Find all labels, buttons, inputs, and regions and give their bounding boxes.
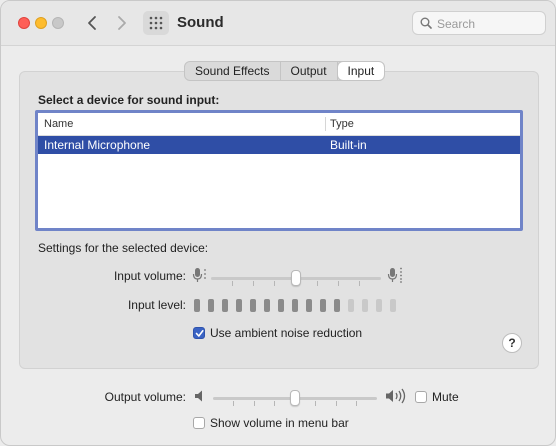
level-bar bbox=[348, 299, 354, 312]
mic-low-icon bbox=[192, 268, 206, 282]
tab-output[interactable]: Output bbox=[281, 62, 338, 80]
level-bar bbox=[390, 299, 396, 312]
chevron-left-icon bbox=[88, 16, 96, 30]
mute-checkbox[interactable] bbox=[415, 391, 427, 403]
slider-tick bbox=[356, 401, 357, 406]
level-bar bbox=[264, 299, 270, 312]
level-bar bbox=[292, 299, 298, 312]
speaker-low-icon bbox=[195, 390, 202, 402]
search-input[interactable] bbox=[435, 15, 543, 33]
level-bar bbox=[334, 299, 340, 312]
slider-tick bbox=[274, 401, 275, 406]
grid-icon bbox=[149, 16, 163, 30]
table-row[interactable]: Internal Microphone Built-in bbox=[38, 136, 520, 154]
level-bar bbox=[250, 299, 256, 312]
mic-high-icon bbox=[387, 267, 402, 283]
output-volume-knob[interactable] bbox=[290, 390, 300, 406]
sound-preferences-window: Sound Sound Effects Output Input Select … bbox=[0, 0, 556, 446]
slider-tick bbox=[359, 281, 360, 286]
title-bar: Sound bbox=[1, 1, 555, 46]
forward-button[interactable] bbox=[111, 12, 133, 34]
minimize-window-button[interactable] bbox=[35, 17, 47, 29]
slider-tick bbox=[336, 401, 337, 406]
output-volume-label: Output volume: bbox=[104, 390, 186, 404]
level-bar bbox=[222, 299, 228, 312]
ambient-noise-label[interactable]: Use ambient noise reduction bbox=[210, 326, 362, 340]
search-icon bbox=[420, 17, 432, 29]
zoom-window-button[interactable] bbox=[52, 17, 64, 29]
show-all-button[interactable] bbox=[143, 11, 169, 35]
window-title: Sound bbox=[177, 14, 224, 31]
search-field[interactable] bbox=[412, 11, 546, 35]
tab-bar: Sound Effects Output Input bbox=[184, 61, 386, 81]
slider-tick bbox=[254, 401, 255, 406]
level-bar bbox=[194, 299, 200, 312]
help-button[interactable]: ? bbox=[502, 333, 522, 353]
input-volume-slider[interactable] bbox=[211, 269, 381, 287]
slider-tick bbox=[233, 401, 234, 406]
level-bar bbox=[236, 299, 242, 312]
input-volume-label: Input volume: bbox=[113, 269, 186, 283]
level-bar bbox=[208, 299, 214, 312]
slider-tick bbox=[274, 281, 275, 286]
chevron-right-icon bbox=[118, 16, 126, 30]
slider-tick bbox=[232, 281, 233, 286]
slider-tick bbox=[315, 401, 316, 406]
output-volume-slider[interactable] bbox=[213, 389, 377, 407]
back-button[interactable] bbox=[81, 12, 103, 34]
checkmark-icon bbox=[195, 330, 204, 337]
tab-input[interactable]: Input bbox=[337, 62, 385, 80]
level-bar bbox=[362, 299, 368, 312]
column-header-type[interactable]: Type bbox=[330, 113, 354, 135]
select-device-label: Select a device for sound input: bbox=[38, 93, 220, 107]
tab-sound-effects[interactable]: Sound Effects bbox=[185, 62, 281, 80]
column-header-name[interactable]: Name bbox=[44, 113, 73, 135]
slider-tick bbox=[253, 281, 254, 286]
settings-label: Settings for the selected device: bbox=[38, 241, 209, 255]
mute-label[interactable]: Mute bbox=[432, 390, 459, 404]
ambient-noise-checkbox[interactable] bbox=[193, 327, 205, 339]
device-type-cell: Built-in bbox=[330, 138, 367, 152]
input-level-label: Input level: bbox=[127, 298, 186, 312]
level-bar bbox=[278, 299, 284, 312]
level-bar bbox=[320, 299, 326, 312]
show-volume-menu-bar-label[interactable]: Show volume in menu bar bbox=[210, 416, 349, 430]
speaker-high-icon bbox=[386, 388, 406, 404]
level-bar bbox=[376, 299, 382, 312]
slider-tick bbox=[317, 281, 318, 286]
level-bar bbox=[306, 299, 312, 312]
show-volume-menu-bar-checkbox[interactable] bbox=[193, 417, 205, 429]
close-window-button[interactable] bbox=[18, 17, 30, 29]
column-divider bbox=[325, 117, 326, 131]
device-name-cell: Internal Microphone bbox=[44, 138, 151, 152]
input-device-table[interactable]: Name Type Internal Microphone Built-in bbox=[35, 110, 523, 231]
input-volume-knob[interactable] bbox=[291, 270, 301, 286]
slider-tick bbox=[338, 281, 339, 286]
